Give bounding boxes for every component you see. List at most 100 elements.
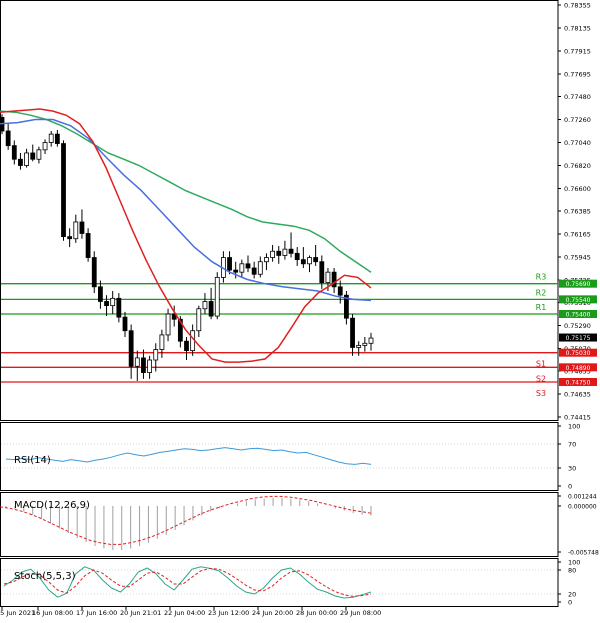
candle-body-up <box>24 152 30 166</box>
candle <box>91 251 97 294</box>
chart-background <box>0 0 600 623</box>
candle <box>85 228 91 262</box>
macd-tick-label: -0.005748 <box>568 550 599 557</box>
stoch-label: Stoch(5,5,3) <box>14 571 76 582</box>
price-tick-label: 0.76165 <box>564 231 591 239</box>
candle-body-down <box>104 301 109 307</box>
level-label-r2: R2 <box>536 288 547 297</box>
candle-body-down <box>319 261 325 284</box>
price-tick-label: 0.75945 <box>564 254 591 262</box>
candle-body-up <box>159 334 165 350</box>
candle-body-down <box>227 257 232 271</box>
candle-body-down <box>79 221 85 234</box>
level-label-s3: S3 <box>536 389 546 398</box>
x-tick-label: 28 Jun 00:00 <box>296 609 337 617</box>
rsi-tick-label: 0 <box>568 483 572 491</box>
macd-label: MACD(12,26,9) <box>14 500 90 511</box>
x-tick-label: 17 Jun 16:00 <box>76 609 117 617</box>
candle-body-up <box>147 359 153 373</box>
price-tick-label: 0.77915 <box>564 48 591 56</box>
candle-body-up <box>48 133 54 143</box>
price-tag-text: 0.75540 <box>566 297 591 304</box>
candle-body-down <box>251 267 257 275</box>
price-tag-text: 0.75690 <box>566 281 591 288</box>
candle-body-down <box>116 297 122 318</box>
candle-body-up <box>73 221 79 240</box>
price-tick-label: 0.78135 <box>564 25 591 33</box>
price-tick-label: 0.77260 <box>564 116 591 124</box>
candle-body-down <box>300 259 306 265</box>
current-price-text: 0.75175 <box>566 335 591 342</box>
macd-tick-label: 0.001244 <box>568 494 597 501</box>
rsi-tick-label: 100 <box>568 423 580 431</box>
stoch-tick-label: 80 <box>568 567 576 575</box>
x-tick-label: 24 Jun 20:00 <box>252 609 293 617</box>
level-price-tag-s3: 0.74750 <box>559 377 597 386</box>
candle-body-up <box>110 297 116 307</box>
level-price-tag-r2: 0.75540 <box>559 295 597 304</box>
x-tick-label: 20 Jun 21:01 <box>120 609 161 617</box>
candle-body-up <box>264 257 269 263</box>
rsi-tick-label: 30 <box>568 465 576 473</box>
forex-chart[interactable]: 0.78355 0.78135 0.77915 0.77695 0.77480 0.772… <box>0 0 600 623</box>
price-tick-label: 0.75290 <box>564 322 591 330</box>
candle <box>61 140 66 241</box>
stoch-tick-label: 0 <box>568 599 572 607</box>
stoch-tick-label: 100 <box>568 559 580 567</box>
candle-body-down <box>18 158 23 166</box>
candle-body-down <box>11 145 17 160</box>
price-tick-label: 0.74415 <box>564 414 591 422</box>
price-tag-text: 0.74750 <box>566 379 591 386</box>
price-tick-label: 0.78355 <box>564 2 591 10</box>
candle-body-down <box>128 330 134 367</box>
candle-body-down <box>276 250 282 256</box>
candle-body-up <box>153 349 159 361</box>
candle-body-down <box>288 248 294 254</box>
candle-body-down <box>5 130 11 147</box>
candle-body-down <box>98 286 103 302</box>
candle-body-down <box>85 233 91 258</box>
x-tick-label: 22 Jun 04:00 <box>164 609 205 617</box>
candle-body-up <box>134 357 140 367</box>
candle-body-up <box>368 337 374 344</box>
candle-body-down <box>54 133 60 144</box>
candle-body-up <box>270 250 276 258</box>
price-tag-text: 0.75400 <box>566 312 591 319</box>
level-price-tag-s1: 0.75030 <box>559 348 597 357</box>
candle-body-up <box>214 277 220 317</box>
x-tick-label: 15 Jun 2021 <box>0 609 35 617</box>
price-tick-label: 0.76600 <box>564 185 591 193</box>
current-price-tag: 0.75175 <box>559 333 597 342</box>
price-tick-label: 0.77695 <box>564 71 591 79</box>
candle-body-down <box>313 257 319 263</box>
candle-body-down <box>208 301 214 317</box>
candle-body-up <box>36 149 42 160</box>
stoch-tick-label: 20 <box>568 591 576 599</box>
candle-body-down <box>294 252 300 261</box>
rsi-label: RSI(14) <box>14 455 51 466</box>
candle-body-up <box>307 257 312 265</box>
level-label-r3: R3 <box>536 273 547 282</box>
level-price-tag-s2: 0.74890 <box>559 363 597 372</box>
level-label-r1: R1 <box>536 303 547 312</box>
candle-body-up <box>325 271 331 284</box>
candle-body-down <box>61 143 66 238</box>
macd-tick-label: 0.000000 <box>568 503 597 510</box>
candle-body-up <box>362 342 368 346</box>
level-price-tag-r1: 0.75400 <box>559 310 597 319</box>
candle-body-down <box>245 263 251 269</box>
candle-body-down <box>67 236 73 240</box>
x-tick-label: 23 Jun 12:00 <box>208 609 249 617</box>
candle-body-up <box>165 313 171 336</box>
price-tick-label: 0.77480 <box>564 93 591 101</box>
x-tick-label: 16 Jun 08:00 <box>32 609 73 617</box>
candle-body-down <box>141 357 146 373</box>
price-tag-text: 0.74890 <box>566 365 591 372</box>
candle-body-up <box>239 263 245 273</box>
candle-body-down <box>233 269 239 273</box>
candle-body-down <box>337 286 343 296</box>
candle-body-up <box>257 261 263 275</box>
candle-body-up <box>202 301 208 310</box>
candle-body-down <box>184 340 189 351</box>
rsi-tick-label: 70 <box>568 441 576 449</box>
